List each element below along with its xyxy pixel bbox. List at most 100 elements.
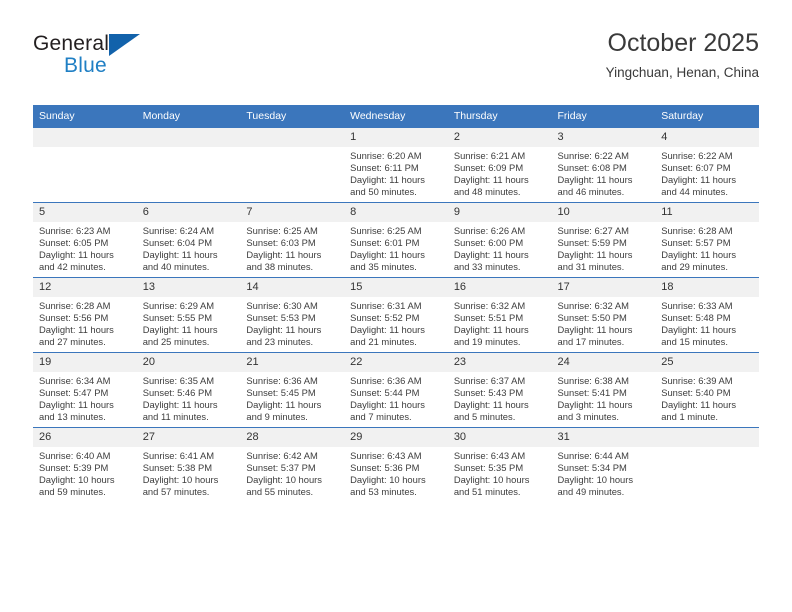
calendar-day-cell[interactable]: 22 Sunrise: 6:36 AM Sunset: 5:44 PM Dayl… [344,352,448,428]
weekday-header-sunday: Sunday [33,105,137,128]
day-details: Sunrise: 6:25 AM Sunset: 6:03 PM Dayligh… [240,222,344,273]
calendar-day-cell[interactable]: 19 Sunrise: 6:34 AM Sunset: 5:47 PM Dayl… [33,352,137,428]
calendar-day-cell[interactable]: 28 Sunrise: 6:42 AM Sunset: 5:37 PM Dayl… [240,427,345,502]
daylight-text-line2: and 55 minutes. [246,486,314,498]
day-number: 1 [344,128,448,147]
calendar-day-cell[interactable]: 24 Sunrise: 6:38 AM Sunset: 5:41 PM Dayl… [551,352,656,428]
sunrise-text: Sunrise: 6:28 AM [39,300,111,311]
daylight-text-line1: Daylight: 11 hours [453,324,529,336]
calendar-day-cell[interactable]: 16 Sunrise: 6:32 AM Sunset: 5:51 PM Dayl… [447,277,552,353]
day-number: 6 [136,203,241,222]
weekday-header-tuesday: Tuesday [240,105,345,128]
day-number: 3 [551,128,656,147]
calendar-day-cell[interactable]: 12 Sunrise: 6:28 AM Sunset: 5:56 PM Dayl… [33,277,137,353]
day-number: 13 [136,278,241,297]
daylight-text-line2: and 31 minutes. [557,261,625,273]
calendar-day-cell[interactable] [655,427,759,502]
daylight-text-line1: Daylight: 11 hours [453,174,529,186]
daylight-text-line2: and 53 minutes. [350,486,417,498]
weekday-header-thursday: Thursday [447,105,552,128]
calendar-day-cell[interactable]: 14 Sunrise: 6:30 AM Sunset: 5:53 PM Dayl… [240,277,345,353]
day-details: Sunrise: 6:20 AM Sunset: 6:11 PM Dayligh… [344,147,448,198]
calendar-day-cell[interactable]: 25 Sunrise: 6:39 AM Sunset: 5:40 PM Dayl… [655,352,759,428]
calendar-week-row: 1 Sunrise: 6:20 AM Sunset: 6:11 PM Dayli… [33,127,759,203]
day-number: 22 [344,353,448,372]
calendar-day-cell[interactable]: 26 Sunrise: 6:40 AM Sunset: 5:39 PM Dayl… [33,427,137,502]
daylight-text-line1: Daylight: 11 hours [246,249,322,261]
sunrise-text: Sunrise: 6:34 AM [39,375,111,386]
sunrise-text: Sunrise: 6:28 AM [661,225,733,236]
daylight-text-line2: and 57 minutes. [142,486,210,498]
sunset-text: Sunset: 5:44 PM [350,387,420,399]
calendar-day-cell[interactable]: 7 Sunrise: 6:25 AM Sunset: 6:03 PM Dayli… [240,202,345,278]
daylight-text-line2: and 3 minutes. [557,411,620,423]
sunset-text: Sunset: 6:08 PM [557,162,627,174]
day-number: 27 [136,428,241,447]
daylight-text-line1: Daylight: 11 hours [350,399,425,411]
day-details: Sunrise: 6:34 AM Sunset: 5:47 PM Dayligh… [33,372,137,423]
daylight-text-line1: Daylight: 11 hours [350,249,425,261]
calendar-day-cell[interactable]: 5 Sunrise: 6:23 AM Sunset: 6:05 PM Dayli… [33,202,137,278]
sunset-text: Sunset: 6:01 PM [350,237,420,249]
sunset-text: Sunset: 5:48 PM [661,312,731,324]
calendar-day-cell[interactable]: 21 Sunrise: 6:36 AM Sunset: 5:45 PM Dayl… [240,352,345,428]
sunrise-text: Sunrise: 6:41 AM [142,450,215,461]
day-number [240,128,345,147]
calendar-day-cell[interactable]: 20 Sunrise: 6:35 AM Sunset: 5:46 PM Dayl… [136,352,241,428]
sunrise-text: Sunrise: 6:25 AM [350,225,422,236]
calendar-day-cell[interactable]: 2 Sunrise: 6:21 AM Sunset: 6:09 PM Dayli… [447,127,552,203]
day-number: 14 [240,278,345,297]
calendar-day-cell[interactable]: 31 Sunrise: 6:44 AM Sunset: 5:34 PM Dayl… [551,427,656,502]
day-details: Sunrise: 6:42 AM Sunset: 5:37 PM Dayligh… [240,447,344,498]
calendar-day-cell[interactable]: 8 Sunrise: 6:25 AM Sunset: 6:01 PM Dayli… [344,202,448,278]
daylight-text-line2: and 51 minutes. [453,486,521,498]
weekday-header-saturday: Saturday [655,105,759,128]
daylight-text-line1: Daylight: 11 hours [246,399,322,411]
sunset-text: Sunset: 6:03 PM [246,237,316,249]
daylight-text-line2: and 44 minutes. [661,186,728,198]
calendar-day-cell[interactable]: 4 Sunrise: 6:22 AM Sunset: 6:07 PM Dayli… [655,127,759,203]
calendar-day-cell[interactable]: 18 Sunrise: 6:33 AM Sunset: 5:48 PM Dayl… [655,277,759,353]
calendar-day-cell[interactable] [240,127,345,203]
calendar-day-cell[interactable]: 15 Sunrise: 6:31 AM Sunset: 5:52 PM Dayl… [344,277,448,353]
calendar-day-cell[interactable]: 11 Sunrise: 6:28 AM Sunset: 5:57 PM Dayl… [655,202,759,278]
calendar-day-cell[interactable]: 29 Sunrise: 6:43 AM Sunset: 5:36 PM Dayl… [344,427,448,502]
day-details: Sunrise: 6:33 AM Sunset: 5:48 PM Dayligh… [655,297,759,348]
sunrise-text: Sunrise: 6:31 AM [350,300,422,311]
calendar-day-cell[interactable]: 3 Sunrise: 6:22 AM Sunset: 6:08 PM Dayli… [551,127,656,203]
day-number: 23 [447,353,552,372]
daylight-text-line2: and 15 minutes. [661,336,728,348]
daylight-text-line2: and 49 minutes. [557,486,625,498]
calendar-week-row: 19 Sunrise: 6:34 AM Sunset: 5:47 PM Dayl… [33,352,759,428]
calendar-day-cell[interactable]: 6 Sunrise: 6:24 AM Sunset: 6:04 PM Dayli… [136,202,241,278]
daylight-text-line1: Daylight: 11 hours [246,324,322,336]
daylight-text-line1: Daylight: 11 hours [39,249,114,261]
calendar-day-cell[interactable]: 27 Sunrise: 6:41 AM Sunset: 5:38 PM Dayl… [136,427,241,502]
sunset-text: Sunset: 5:50 PM [557,312,627,324]
weekday-header-monday: Monday [136,105,241,128]
calendar-day-cell[interactable]: 9 Sunrise: 6:26 AM Sunset: 6:00 PM Dayli… [447,202,552,278]
calendar-day-cell[interactable]: 1 Sunrise: 6:20 AM Sunset: 6:11 PM Dayli… [344,127,448,203]
calendar-day-cell[interactable]: 13 Sunrise: 6:29 AM Sunset: 5:55 PM Dayl… [136,277,241,353]
sunset-text: Sunset: 6:05 PM [39,237,109,249]
day-details [655,447,759,450]
daylight-text-line2: and 7 minutes. [350,411,412,423]
daylight-text-line1: Daylight: 11 hours [453,399,529,411]
calendar-day-cell[interactable]: 30 Sunrise: 6:43 AM Sunset: 5:35 PM Dayl… [447,427,552,502]
sunrise-text: Sunrise: 6:33 AM [661,300,733,311]
sunrise-text: Sunrise: 6:42 AM [246,450,318,461]
logo-text-blue: Blue [64,54,107,77]
sunrise-text: Sunrise: 6:44 AM [557,450,629,461]
day-number: 8 [344,203,448,222]
calendar-day-cell[interactable] [33,127,137,203]
calendar-day-cell[interactable] [136,127,241,203]
calendar-page: General Blue October 2025 Yingchuan, Hen… [0,0,792,612]
day-details: Sunrise: 6:40 AM Sunset: 5:39 PM Dayligh… [33,447,137,498]
sunrise-text: Sunrise: 6:21 AM [453,150,526,161]
calendar-day-cell[interactable]: 23 Sunrise: 6:37 AM Sunset: 5:43 PM Dayl… [447,352,552,428]
day-details: Sunrise: 6:44 AM Sunset: 5:34 PM Dayligh… [552,447,656,498]
general-blue-logo: General Blue [33,32,163,84]
sunrise-sunset-calendar: Sunday Monday Tuesday Wednesday Thursday… [33,105,759,502]
calendar-day-cell[interactable]: 17 Sunrise: 6:32 AM Sunset: 5:50 PM Dayl… [551,277,656,353]
calendar-day-cell[interactable]: 10 Sunrise: 6:27 AM Sunset: 5:59 PM Dayl… [551,202,656,278]
